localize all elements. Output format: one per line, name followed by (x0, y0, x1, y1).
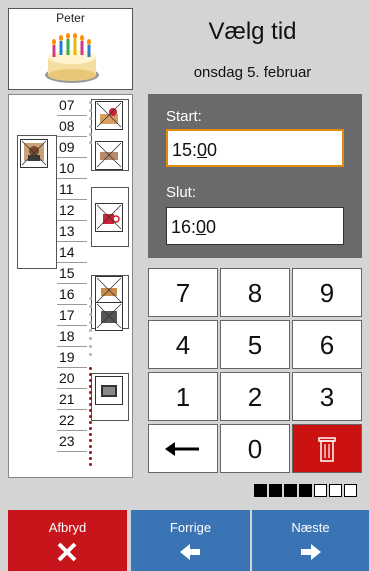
arrow-left-icon (165, 442, 199, 456)
delete-key[interactable] (292, 424, 362, 473)
hour-label: 23 (57, 431, 87, 452)
hour-label: 19 (57, 347, 87, 368)
time-panel: Start: 15:00 Slut: 16:00 (148, 94, 362, 258)
arrow-left-icon (180, 544, 200, 560)
key-2[interactable]: 2 (220, 372, 290, 421)
key-0[interactable]: 0 (220, 424, 290, 473)
user-avatar-card[interactable]: Peter (8, 8, 133, 90)
arrow-right-icon (301, 544, 321, 560)
end-label: Slut: (166, 184, 197, 201)
tv-icon (101, 385, 117, 397)
coffee-cup-icon (96, 204, 122, 230)
hour-label: 21 (57, 389, 87, 410)
hour-label: 17 (57, 305, 87, 326)
event-card-breakfast[interactable] (95, 101, 123, 130)
progress-step (299, 484, 312, 497)
start-hour-text: 15: (172, 140, 198, 160)
backspace-key[interactable] (148, 424, 218, 473)
event-card-person[interactable] (20, 139, 48, 168)
key-6[interactable]: 6 (292, 320, 362, 369)
day-schedule[interactable]: 07 08 09 10 11 12 13 14 15 16 17 18 19 2… (8, 94, 133, 478)
tv-icon (96, 303, 122, 329)
progress-step (329, 484, 342, 497)
hour-label: 09 (57, 137, 87, 158)
event-card-tv[interactable] (95, 302, 123, 331)
hour-label: 15 (57, 263, 87, 284)
end-cursor-digit: 0 (196, 217, 207, 237)
progress-step (314, 484, 327, 497)
end-hour-text: 16: (171, 217, 197, 237)
hour-label: 18 (57, 326, 87, 347)
cancel-label: Afbryd (48, 520, 87, 535)
birthday-cake-icon (45, 33, 99, 83)
event-card-coffee[interactable] (95, 203, 123, 232)
key-1[interactable]: 1 (148, 372, 218, 421)
end-minute-text: 0 (206, 217, 217, 237)
trash-icon (318, 437, 336, 462)
key-9[interactable]: 9 (292, 268, 362, 317)
hour-label: 20 (57, 368, 87, 389)
start-label: Start: (166, 108, 202, 125)
hour-label: 14 (57, 242, 87, 263)
start-minute-text: 0 (207, 140, 218, 160)
key-4[interactable]: 4 (148, 320, 218, 369)
previous-button[interactable]: Forrige (131, 510, 250, 571)
next-button[interactable]: Næste (252, 510, 369, 571)
start-cursor-digit: 0 (197, 140, 208, 160)
hour-label: 13 (57, 221, 87, 242)
event-card-activity[interactable] (95, 141, 123, 170)
progress-step (254, 484, 267, 497)
hour-label: 07 (57, 95, 87, 116)
previous-label: Forrige (169, 520, 212, 535)
end-time-input[interactable]: 16:00 (166, 207, 344, 245)
cancel-button[interactable]: Afbryd (8, 510, 127, 571)
hour-label: 10 (57, 158, 87, 179)
hour-label: 11 (57, 179, 87, 200)
hour-label: 16 (57, 284, 87, 305)
user-name: Peter (56, 11, 85, 25)
hour-label: 08 (57, 116, 87, 137)
key-5[interactable]: 5 (220, 320, 290, 369)
event-card-dinner[interactable] (95, 276, 123, 305)
activity-icon (96, 142, 122, 168)
breakfast-icon (96, 102, 122, 128)
progress-step (269, 484, 282, 497)
event-card-tv[interactable] (95, 376, 123, 405)
dinner-icon (96, 277, 122, 303)
next-label: Næste (291, 520, 330, 535)
page-title: Vælg tid (208, 18, 297, 45)
progress-step (284, 484, 297, 497)
key-3[interactable]: 3 (292, 372, 362, 421)
person-photo-icon (21, 140, 47, 166)
hour-label: 12 (57, 200, 87, 221)
timeline-dots (89, 101, 93, 481)
close-icon (57, 542, 77, 562)
date-label: onsdag 5. februar (193, 64, 312, 81)
progress-step (344, 484, 357, 497)
key-8[interactable]: 8 (220, 268, 290, 317)
hour-label: 22 (57, 410, 87, 431)
key-7[interactable]: 7 (148, 268, 218, 317)
start-time-input[interactable]: 15:00 (166, 129, 344, 167)
